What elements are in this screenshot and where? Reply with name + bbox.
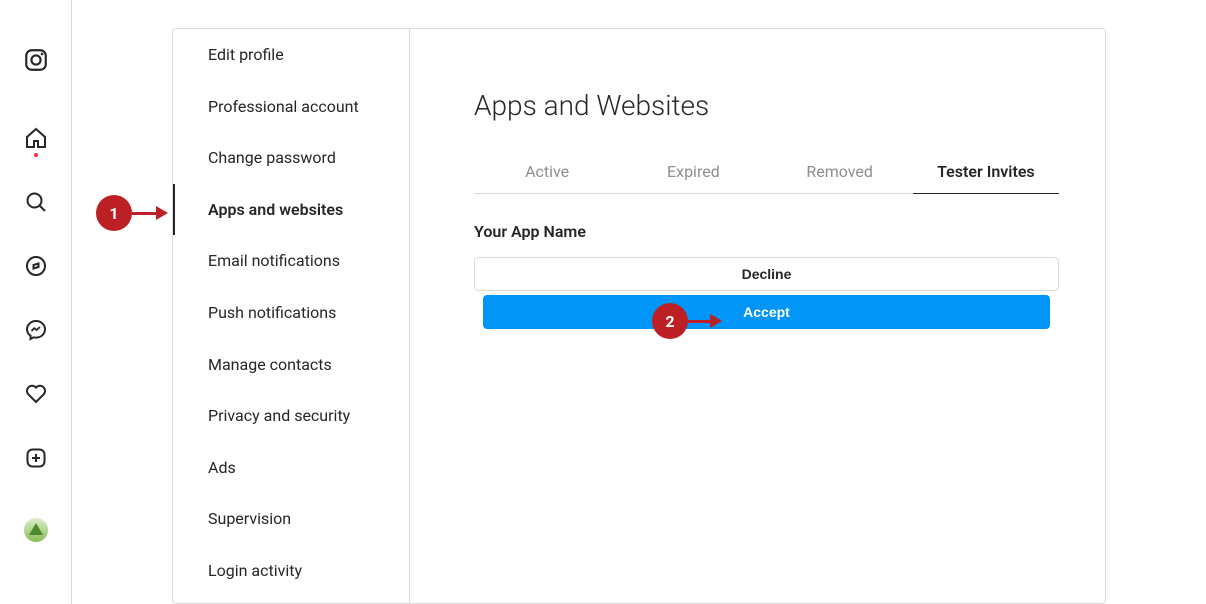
callout-badge: 1 bbox=[96, 195, 132, 231]
decline-label: Decline bbox=[742, 266, 792, 282]
explore-icon[interactable] bbox=[12, 242, 60, 290]
tab-expired[interactable]: Expired bbox=[620, 162, 766, 194]
profile-avatar[interactable] bbox=[12, 506, 60, 554]
tab-active[interactable]: Active bbox=[474, 162, 620, 194]
left-nav-rail bbox=[0, 0, 72, 604]
tab-label: Tester Invites bbox=[937, 162, 1035, 181]
sidebar-item-manage-contacts[interactable]: Manage contacts bbox=[173, 339, 409, 391]
page-title: Apps and Websites bbox=[474, 89, 1059, 122]
sidebar-item-label: Change password bbox=[208, 148, 336, 167]
sidebar-item-professional-account[interactable]: Professional account bbox=[173, 81, 409, 133]
home-icon[interactable] bbox=[12, 114, 60, 162]
messenger-icon[interactable] bbox=[12, 306, 60, 354]
sidebar-item-ads[interactable]: Ads bbox=[173, 442, 409, 494]
settings-card: Edit profile Professional account Change… bbox=[172, 28, 1106, 604]
arrow-right-icon bbox=[132, 206, 168, 220]
main-content: Apps and Websites Active Expired Removed… bbox=[410, 29, 1105, 603]
sidebar-item-apps-and-websites[interactable]: Apps and websites bbox=[173, 184, 409, 236]
sidebar-item-label: Apps and websites bbox=[208, 200, 343, 219]
annotation-callout-1: 1 bbox=[96, 195, 168, 231]
callout-badge: 2 bbox=[652, 303, 688, 339]
invite-app-name: Your App Name bbox=[474, 222, 1059, 241]
tab-label: Active bbox=[525, 162, 569, 181]
tab-label: Removed bbox=[806, 162, 873, 181]
tab-removed[interactable]: Removed bbox=[767, 162, 913, 194]
sidebar-item-email-notifications[interactable]: Email notifications bbox=[173, 235, 409, 287]
sidebar-item-login-activity[interactable]: Login activity bbox=[173, 545, 409, 597]
sidebar-item-push-notifications[interactable]: Push notifications bbox=[173, 287, 409, 339]
create-icon[interactable] bbox=[12, 434, 60, 482]
sidebar-item-label: Edit profile bbox=[208, 45, 284, 64]
sidebar-item-privacy-and-security[interactable]: Privacy and security bbox=[173, 390, 409, 442]
decline-button[interactable]: Decline bbox=[474, 257, 1059, 291]
sidebar-item-label: Ads bbox=[208, 458, 236, 477]
sidebar-item-supervision[interactable]: Supervision bbox=[173, 493, 409, 545]
arrow-right-icon bbox=[688, 314, 722, 328]
sidebar-item-change-password[interactable]: Change password bbox=[173, 132, 409, 184]
accept-label: Accept bbox=[743, 304, 790, 320]
sidebar-item-label: Manage contacts bbox=[208, 355, 332, 374]
sidebar-item-label: Privacy and security bbox=[208, 406, 350, 425]
annotation-callout-2: 2 bbox=[652, 303, 722, 339]
tab-tester-invites[interactable]: Tester Invites bbox=[913, 162, 1059, 194]
settings-sidebar: Edit profile Professional account Change… bbox=[173, 29, 410, 603]
sidebar-item-label: Supervision bbox=[208, 509, 291, 528]
notification-dot bbox=[34, 153, 38, 157]
accept-button[interactable]: Accept bbox=[483, 295, 1050, 329]
sidebar-item-label: Push notifications bbox=[208, 303, 336, 322]
sidebar-item-edit-profile[interactable]: Edit profile bbox=[173, 29, 409, 81]
sidebar-item-label: Email notifications bbox=[208, 251, 340, 270]
instagram-logo-icon[interactable] bbox=[12, 36, 60, 84]
sidebar-item-label: Professional account bbox=[208, 97, 359, 116]
sidebar-item-label: Login activity bbox=[208, 561, 302, 580]
heart-icon[interactable] bbox=[12, 370, 60, 418]
tabs-row: Active Expired Removed Tester Invites bbox=[474, 162, 1059, 194]
search-icon[interactable] bbox=[12, 178, 60, 226]
tab-label: Expired bbox=[667, 162, 720, 181]
